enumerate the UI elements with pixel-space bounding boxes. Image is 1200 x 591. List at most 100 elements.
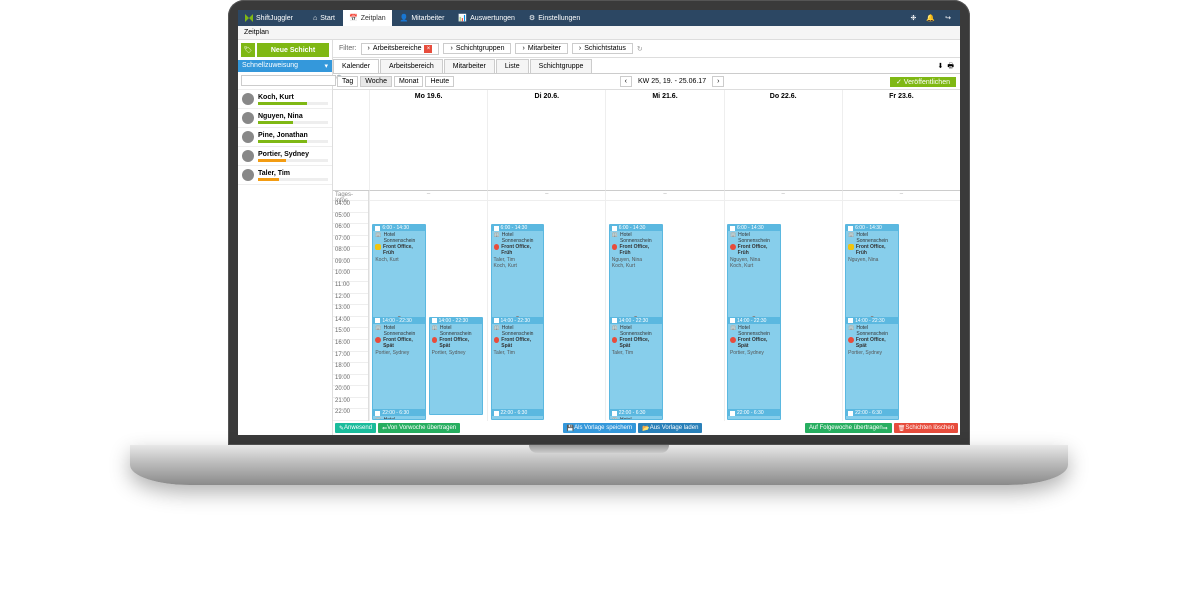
vorwoche-button[interactable]: ⇐ Von Vorwoche übertragen [378, 423, 460, 433]
shift-block[interactable]: 22:00 - 6:30 [845, 409, 899, 420]
new-shift-button[interactable]: Neue Schicht [257, 43, 329, 57]
day-header: Do 22.6. [724, 90, 842, 191]
view-heute[interactable]: Heute [425, 76, 454, 87]
employee-item[interactable]: Portier, Sydney [238, 147, 332, 166]
shift-checkbox[interactable] [432, 318, 437, 323]
employee-item[interactable]: Nguyen, Nina [238, 109, 332, 128]
vorlage-speichern-button[interactable]: 💾 Als Vorlage speichern [563, 423, 637, 433]
building-icon: 🏢 [730, 325, 736, 337]
next-week[interactable]: › [712, 76, 724, 87]
shift-checkbox[interactable] [612, 318, 617, 323]
filter-arbeitsbereiche[interactable]: › Arbeitsbereiche× [361, 43, 440, 55]
logout-icon[interactable]: ↪ [942, 14, 954, 22]
shift-block[interactable]: 14:00 - 22:30 🏢Hotel SonnenscheinFront O… [429, 317, 483, 415]
building-icon: 🏢 [494, 232, 500, 244]
building-icon: 🏢 [494, 325, 500, 337]
shift-block[interactable]: 14:00 - 22:30 🏢Hotel SonnenscheinFront O… [727, 317, 781, 415]
shift-checkbox[interactable] [375, 226, 380, 231]
prev-week[interactable]: ‹ [620, 76, 632, 87]
filter-mitarbeiter[interactable]: › Mitarbeiter [515, 43, 567, 54]
building-icon: 🏢 [375, 325, 381, 337]
nav-zeitplan[interactable]: 📅Zeitplan [343, 10, 392, 26]
shift-block[interactable]: 6:00 - 14:30 🏢Hotel SonnenscheinFront Of… [491, 224, 545, 322]
day-info: – [488, 191, 605, 201]
shift-block[interactable]: 6:00 - 14:30 🏢Hotel SonnenscheinFront Of… [845, 224, 899, 322]
vorlage-laden-button[interactable]: 📂 Aus Vorlage laden [638, 423, 702, 433]
brand: ShiftJuggler [256, 15, 293, 22]
chart-icon: 📊 [458, 14, 467, 22]
shift-block[interactable]: 6:00 - 14:30 🏢Hotel SonnenscheinFront Of… [609, 224, 663, 322]
employee-item[interactable]: Pine, Jonathan [238, 128, 332, 147]
shift-checkbox[interactable] [730, 411, 735, 416]
search-input[interactable] [241, 75, 336, 86]
tab-mitarbeiter[interactable]: Mitarbeiter [444, 59, 495, 73]
publish-button[interactable]: ✓ Veröffentlichen [890, 77, 956, 87]
loeschen-button[interactable]: 🗑 Schichten löschen [894, 423, 958, 433]
shift-checkbox[interactable] [730, 318, 735, 323]
shift-block[interactable]: 6:00 - 14:30 🏢Hotel SonnenscheinFront Of… [372, 224, 426, 322]
hours-area[interactable]: 6:00 - 14:30 🏢Hotel SonnenscheinFront Of… [488, 201, 605, 421]
hours-area[interactable]: 6:00 - 14:30 🏢Hotel SonnenscheinFront Of… [606, 201, 723, 421]
shift-block[interactable]: 14:00 - 22:30 🏢Hotel SonnenscheinFront O… [845, 317, 899, 415]
shift-block[interactable]: 22:00 - 6:30 🏢Hotel Sonnenschein [609, 409, 663, 420]
filter-schichtgruppen[interactable]: › Schichtgruppen [443, 43, 511, 54]
shift-checkbox[interactable] [494, 411, 499, 416]
shift-block[interactable]: 22:00 - 6:30 [491, 409, 545, 420]
shift-block[interactable]: 6:00 - 14:30 🏢Hotel SonnenscheinFront Of… [727, 224, 781, 322]
folgewoche-button[interactable]: Auf Folgewoche übertragen ⇒ [805, 423, 892, 433]
shift-block[interactable]: 14:00 - 22:30 🏢Hotel SonnenscheinFront O… [609, 317, 663, 415]
quick-assign-header[interactable]: Schnellzuweisung ▾ [238, 60, 332, 72]
tab-arbeitsbereich[interactable]: Arbeitsbereich [380, 59, 443, 73]
employee-item[interactable]: Koch, Kurt [238, 90, 332, 109]
filter-schichtstatus[interactable]: › Schichtstatus [572, 43, 633, 54]
shift-checkbox[interactable] [848, 318, 853, 323]
hours-area[interactable]: 6:00 - 14:30 🏢Hotel SonnenscheinFront Of… [370, 201, 487, 421]
badge-icon [375, 337, 381, 343]
view-woche[interactable]: Woche [360, 76, 392, 87]
day-col-do: – 6:00 - 14:30 🏢Hotel SonnenscheinFront … [724, 191, 842, 421]
refresh-icon[interactable]: ↻ [637, 45, 643, 53]
shift-checkbox[interactable] [375, 318, 380, 323]
nav-start[interactable]: ⌂Start [307, 10, 341, 26]
employee-item[interactable]: Taler, Tim [238, 166, 332, 185]
bell-icon[interactable]: 🔔 [923, 14, 938, 22]
nav-auswertungen[interactable]: 📊Auswertungen [452, 10, 520, 26]
shift-checkbox[interactable] [494, 226, 499, 231]
shift-block[interactable]: 22:00 - 6:30 [727, 409, 781, 420]
shift-block[interactable]: 22:00 - 6:30 🏢Hotel Sonnenschein [372, 409, 426, 420]
week-label: KW 25, 19. - 25.06.17 [634, 77, 710, 86]
shift-block[interactable]: 14:00 - 22:30 🏢Hotel SonnenscheinFront O… [491, 317, 545, 415]
calendar-icon: 📅 [349, 14, 358, 22]
hours-area[interactable]: 6:00 - 14:30 🏢Hotel SonnenscheinFront Of… [843, 201, 960, 421]
shift-checkbox[interactable] [848, 226, 853, 231]
shift-checkbox[interactable] [730, 226, 735, 231]
tab-schichtgruppe[interactable]: Schichtgruppe [530, 59, 593, 73]
help-icon[interactable]: ❉ [908, 14, 920, 22]
main: Filter: › Arbeitsbereiche× › Schichtgrup… [333, 40, 960, 435]
nav-mitarbeiter[interactable]: 👤Mitarbeiter [394, 10, 451, 26]
view-tag[interactable]: Tag [337, 76, 358, 87]
view-monat[interactable]: Monat [394, 76, 423, 87]
shift-checkbox[interactable] [375, 411, 380, 416]
nav-einstellungen[interactable]: ⚙Einstellungen [523, 10, 586, 26]
building-icon: 🏢 [612, 232, 618, 244]
download-icon[interactable]: ⬇ [938, 62, 944, 73]
print-icon[interactable]: 🖶 [947, 62, 954, 73]
calendar-grid: Mo 19.6. Di 20.6. Mi 21.6. Do 22.6. Fr 2… [333, 90, 960, 421]
building-icon: 🏢 [848, 325, 854, 337]
avatar [242, 169, 254, 181]
employee-search: 🔍 [238, 72, 332, 90]
laptop-base [130, 445, 1068, 485]
anwesend-button[interactable]: ✎ Anwesend [335, 423, 376, 433]
day-info: – [725, 191, 842, 201]
tag-icon[interactable]: 🏷 [241, 43, 255, 57]
tab-kalender[interactable]: Kalender [333, 59, 379, 73]
shift-checkbox[interactable] [612, 226, 617, 231]
close-icon[interactable]: × [424, 45, 432, 53]
shift-checkbox[interactable] [494, 318, 499, 323]
shift-block[interactable]: 14:00 - 22:30 🏢Hotel SonnenscheinFront O… [372, 317, 426, 415]
shift-checkbox[interactable] [612, 411, 617, 416]
hours-area[interactable]: 6:00 - 14:30 🏢Hotel SonnenscheinFront Of… [725, 201, 842, 421]
shift-checkbox[interactable] [848, 411, 853, 416]
tab-liste[interactable]: Liste [496, 59, 529, 73]
